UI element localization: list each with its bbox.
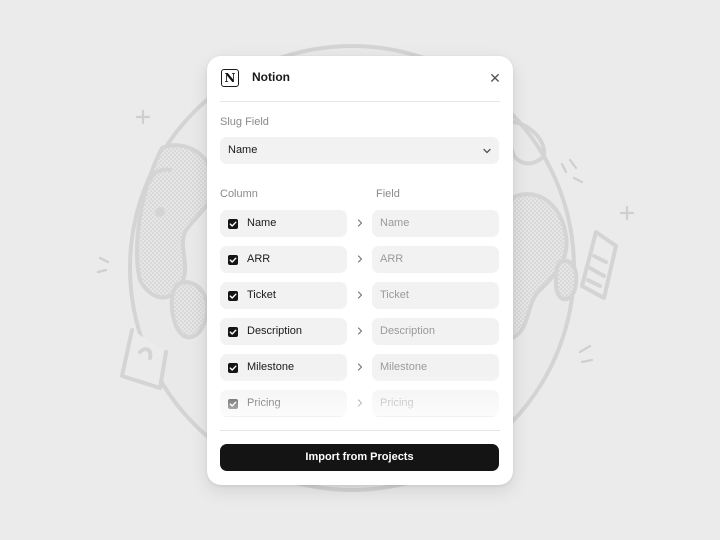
column-option-arr[interactable]: ARR	[220, 246, 347, 273]
mapping-row: Milestone Milestone	[220, 354, 500, 381]
checkbox-checked-icon[interactable]	[228, 362, 238, 373]
field-label: Name	[380, 217, 410, 229]
column-label: Description	[247, 325, 303, 337]
chevron-right-icon	[357, 291, 363, 299]
field-input-description[interactable]: Description	[372, 318, 499, 345]
field-label: Pricing	[380, 397, 414, 409]
mapping-row: Name Name	[220, 210, 500, 237]
column-option-ticket[interactable]: Ticket	[220, 282, 347, 309]
checkbox-checked-icon[interactable]	[228, 290, 238, 301]
column-label: Milestone	[247, 361, 295, 373]
chevron-right-icon	[357, 255, 363, 263]
field-label: Description	[380, 325, 436, 337]
column-option-pricing[interactable]: Pricing	[220, 390, 347, 417]
slug-field-select[interactable]: Name	[220, 137, 499, 164]
mapping-row: Pricing Pricing	[220, 390, 500, 417]
column-option-name[interactable]: Name	[220, 210, 347, 237]
field-input-name[interactable]: Name	[372, 210, 499, 237]
header-divider	[220, 101, 500, 102]
field-header: Field	[376, 188, 400, 200]
column-label: ARR	[247, 253, 271, 265]
field-label: ARR	[380, 253, 404, 265]
checkbox-checked-icon[interactable]	[228, 326, 238, 337]
mapping-row: ARR ARR	[220, 246, 500, 273]
mapping-row: Ticket Ticket	[220, 282, 500, 309]
field-label: Milestone	[380, 361, 428, 373]
notion-logo-icon: N	[221, 69, 239, 87]
chevron-right-icon	[357, 219, 363, 227]
column-option-milestone[interactable]: Milestone	[220, 354, 347, 381]
field-input-ticket[interactable]: Ticket	[372, 282, 499, 309]
chevron-right-icon	[357, 327, 363, 335]
column-option-description[interactable]: Description	[220, 318, 347, 345]
modal-header: N Notion ✕	[207, 56, 513, 101]
chevron-down-icon	[483, 148, 491, 154]
checkbox-checked-icon[interactable]	[228, 254, 238, 265]
field-input-pricing[interactable]: Pricing	[372, 390, 499, 417]
column-label: Pricing	[247, 397, 281, 409]
field-input-milestone[interactable]: Milestone	[372, 354, 499, 381]
notion-import-modal: N Notion ✕ Slug Field Name Column Field …	[207, 56, 513, 485]
mapping-row: Description Description	[220, 318, 500, 345]
modal-title: Notion	[252, 70, 290, 84]
checkbox-checked-icon[interactable]	[228, 218, 238, 229]
close-icon[interactable]: ✕	[487, 70, 503, 86]
checkbox-checked-icon[interactable]	[228, 398, 238, 409]
footer-divider	[220, 430, 500, 431]
field-label: Ticket	[380, 289, 409, 301]
slug-field-value: Name	[228, 144, 258, 156]
field-input-arr[interactable]: ARR	[372, 246, 499, 273]
import-button[interactable]: Import from Projects	[220, 444, 499, 471]
chevron-right-icon	[357, 363, 363, 371]
chevron-right-icon	[357, 399, 363, 407]
column-label: Ticket	[247, 289, 276, 301]
slug-field-label: Slug Field	[220, 116, 269, 128]
column-header: Column	[220, 188, 258, 200]
column-label: Name	[247, 217, 277, 229]
